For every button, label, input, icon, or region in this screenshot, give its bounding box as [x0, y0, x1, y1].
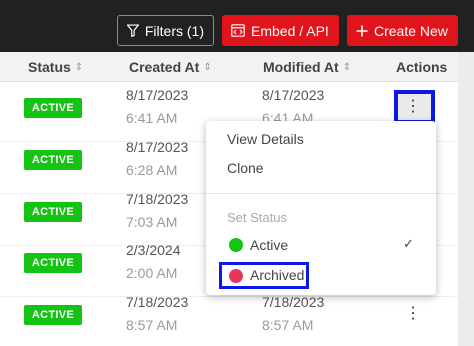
status-badge: ACTIVE — [24, 253, 82, 273]
status-badge: ACTIVE — [24, 150, 82, 170]
clone-menu-item[interactable]: Clone — [227, 160, 264, 176]
created-time: 6:28 AM — [126, 162, 178, 178]
sort-icon: ⇕ — [203, 61, 212, 73]
embed-icon — [231, 24, 245, 37]
table-header: Status ⇕ Created At ⇕ Modified At ⇕ Acti… — [0, 52, 458, 82]
view-details-menu-item[interactable]: View Details — [227, 131, 304, 147]
created-date: 8/17/2023 — [126, 87, 189, 103]
created-date: 2/3/2024 — [126, 242, 181, 258]
kebab-menu-icon[interactable]: ⋮ — [405, 97, 421, 117]
status-option-label: Active — [250, 237, 289, 253]
checkmark-icon: ✓ — [403, 236, 414, 251]
status-option-archived[interactable]: Archived — [219, 262, 309, 289]
created-date: 7/18/2023 — [126, 294, 189, 310]
created-time: 8:57 AM — [126, 317, 178, 333]
created-date: 7/18/2023 — [126, 191, 189, 207]
actions-column-header: Actions — [396, 59, 448, 75]
status-option-label: Archived — [250, 267, 305, 283]
created-time: 6:41 AM — [126, 110, 178, 126]
created-date: 8/17/2023 — [126, 139, 189, 155]
filters-button[interactable]: Filters (1) — [117, 15, 214, 46]
status-badge: ACTIVE — [24, 98, 82, 118]
modified-date: 8/17/2023 — [262, 87, 325, 103]
filters-label: Filters (1) — [144, 22, 204, 39]
table-row: ACTIVE 7/18/2023 8:57 AM 7/18/2023 8:57 … — [0, 294, 458, 346]
green-status-dot-icon — [229, 238, 243, 252]
embed-api-button[interactable]: Embed / API — [222, 15, 339, 46]
menu-divider — [206, 193, 436, 194]
toolbar: Filters (1) Embed / API Create New — [0, 0, 474, 52]
embed-api-label: Embed / API — [251, 22, 329, 39]
sort-icon: ⇕ — [74, 61, 84, 73]
plus-icon — [356, 25, 368, 36]
create-new-button[interactable]: Create New — [347, 15, 458, 46]
filter-icon — [127, 24, 139, 37]
sort-icon: ⇕ — [342, 61, 352, 73]
created-time: 7:03 AM — [126, 214, 178, 230]
modified-time: 8:57 AM — [262, 317, 314, 333]
scrollbar-track[interactable] — [458, 52, 474, 346]
actions-menu: View Details Clone Set Status Active ✓ A… — [206, 121, 436, 295]
status-column-header[interactable]: Status ⇕ — [28, 59, 83, 75]
created-at-column-header[interactable]: Created At ⇕ — [129, 59, 212, 75]
status-badge: ACTIVE — [24, 202, 82, 222]
create-new-label: Create New — [374, 22, 448, 39]
status-badge: ACTIVE — [24, 305, 82, 325]
created-time: 2:00 AM — [126, 265, 178, 281]
red-status-dot-icon — [229, 269, 243, 283]
modified-at-column-header[interactable]: Modified At ⇕ — [263, 59, 351, 75]
modified-date: 7/18/2023 — [262, 294, 325, 310]
kebab-menu-icon[interactable]: ⋮ — [405, 304, 421, 324]
set-status-section-label: Set Status — [227, 210, 287, 225]
